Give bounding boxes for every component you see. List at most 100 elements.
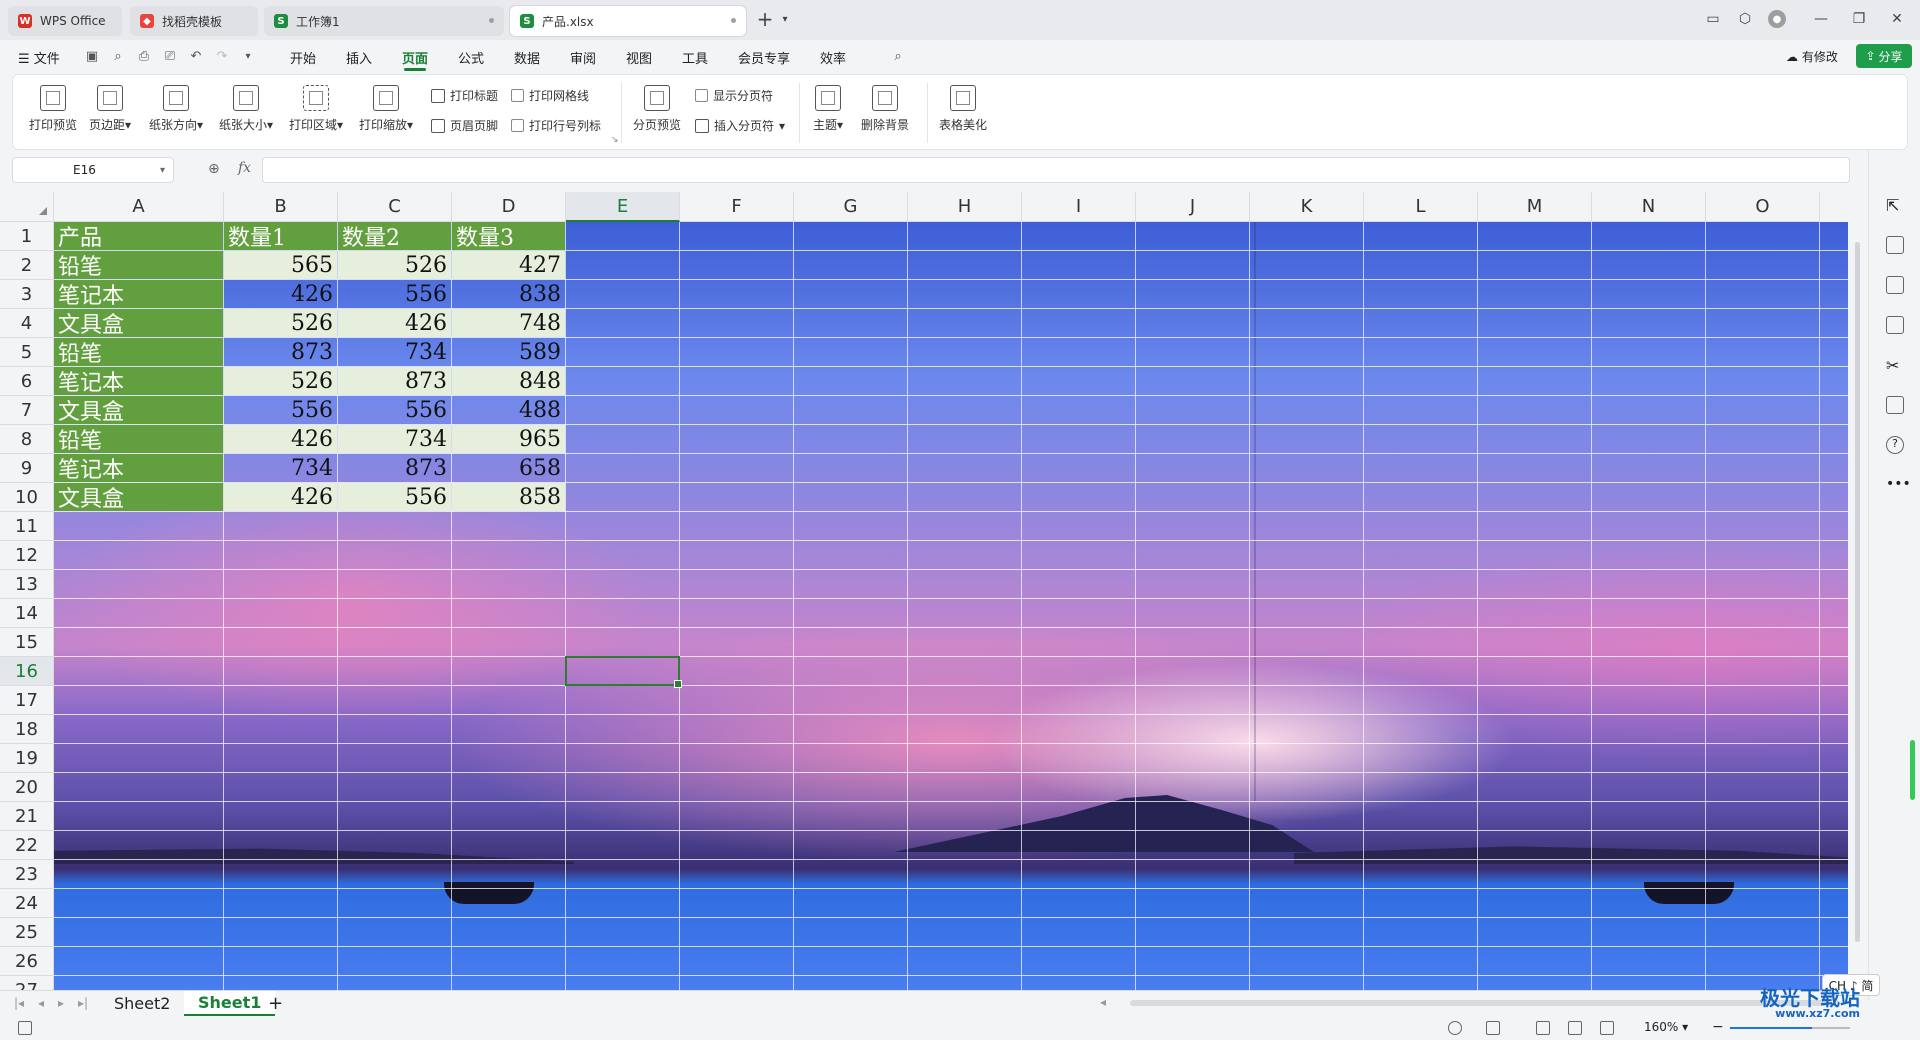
cell-d1[interactable]: 数量3 [452, 222, 565, 251]
cell-c5[interactable]: 734 [338, 338, 451, 366]
menu-efficiency[interactable]: 效率 [820, 48, 846, 67]
row-header-8[interactable]: 8 [0, 425, 54, 454]
row-header-23[interactable]: 23 [0, 860, 54, 889]
layout-icon[interactable]: ▭ [1704, 10, 1722, 28]
comment-icon[interactable] [1886, 276, 1904, 294]
cell-a9[interactable]: 笔记本 [54, 454, 223, 483]
cursor-icon[interactable]: ⇱ [1886, 196, 1904, 215]
row-header-14[interactable]: 14 [0, 599, 54, 628]
tab-product-xlsx[interactable]: S 产品.xlsx [510, 6, 746, 36]
column-header-a[interactable]: A [54, 192, 224, 222]
print-headings-checkbox[interactable]: 打印行号列标 [511, 117, 601, 134]
cell-d7[interactable]: 488 [452, 396, 565, 424]
cell-a2[interactable]: 铅笔 [54, 251, 223, 280]
print-gridlines-checkbox[interactable]: 打印网格线 [511, 87, 589, 104]
name-box[interactable]: E16 ▾ [12, 157, 174, 183]
cell-c2[interactable]: 526 [338, 251, 451, 279]
file-menu[interactable]: ☰ 文件 [18, 48, 60, 67]
row-header-6[interactable]: 6 [0, 367, 54, 396]
print-scale-button[interactable]: 打印缩放▾ [359, 85, 413, 133]
delete-background-button[interactable]: 删除背景 [861, 85, 909, 133]
tab-close-dot-icon[interactable] [731, 18, 736, 23]
tab-workbook1[interactable]: S 工作簿1 [264, 6, 504, 36]
row-header-15[interactable]: 15 [0, 628, 54, 657]
cell-b2[interactable]: 565 [224, 251, 337, 279]
column-header-m[interactable]: M [1478, 192, 1592, 222]
select-all-corner[interactable] [0, 192, 54, 222]
help-icon[interactable]: ? [1886, 436, 1904, 454]
cell-c7[interactable]: 556 [338, 396, 451, 424]
row-header-9[interactable]: 9 [0, 454, 54, 483]
cell-c8[interactable]: 734 [338, 425, 451, 453]
export-icon[interactable]: ⌕ [110, 48, 126, 64]
macro-icon[interactable] [18, 1021, 32, 1035]
tools-icon[interactable]: ✂ [1886, 356, 1904, 375]
row-header-21[interactable]: 21 [0, 802, 54, 831]
cell-c9[interactable]: 873 [338, 454, 451, 482]
row-header-3[interactable]: 3 [0, 280, 54, 309]
tab-wps-office[interactable]: W WPS Office [8, 6, 122, 36]
page-break-preview-button[interactable]: 分页预览 [633, 85, 681, 133]
cube-icon[interactable]: ⬡ [1736, 10, 1754, 28]
cell-d4[interactable]: 748 [452, 309, 565, 337]
cell-d9[interactable]: 658 [452, 454, 565, 482]
dialog-launcher-icon[interactable]: ↘ [611, 135, 619, 145]
modified-status[interactable]: ☁ 有修改 [1786, 48, 1838, 65]
filter-settings-icon[interactable] [1886, 236, 1904, 254]
prev-sheet-icon[interactable]: ◂ [38, 996, 44, 1010]
cell-a8[interactable]: 铅笔 [54, 425, 223, 454]
row-header-2[interactable]: 2 [0, 251, 54, 280]
page-break-view-icon[interactable] [1600, 1021, 1614, 1035]
row-header-4[interactable]: 4 [0, 309, 54, 338]
scroll-thumb[interactable] [1855, 242, 1860, 942]
row-header-18[interactable]: 18 [0, 715, 54, 744]
cell-c4[interactable]: 426 [338, 309, 451, 337]
cell-a4[interactable]: 文具盒 [54, 309, 223, 338]
spreadsheet-grid[interactable]: ABCDEFGHIJKLMNO 1 2 3 4 5 6 7 8 9 10 11 12 13 14 15 16 1… [0, 192, 1860, 992]
cell-b9[interactable]: 734 [224, 454, 337, 482]
column-header-b[interactable]: B [224, 192, 338, 222]
show-page-breaks-checkbox[interactable]: 显示分页符 [695, 87, 773, 104]
search-icon[interactable]: ⌕ [890, 48, 906, 64]
menu-member[interactable]: 会员专享 [738, 48, 790, 67]
column-header-j[interactable]: J [1136, 192, 1250, 222]
menu-view[interactable]: 视图 [626, 48, 652, 67]
sheet-tab-sheet2[interactable]: Sheet2 [100, 991, 184, 1016]
cell-c3[interactable]: 556 [338, 280, 451, 308]
zoom-formula-icon[interactable]: ⊕ [208, 161, 220, 177]
column-header-f[interactable]: F [680, 192, 794, 222]
more-icon[interactable]: ••• [1886, 476, 1911, 494]
menu-home[interactable]: 开始 [290, 48, 316, 67]
menu-tools[interactable]: 工具 [682, 48, 708, 67]
cell-d5[interactable]: 589 [452, 338, 565, 366]
chevron-down-icon[interactable]: ▾ [240, 48, 256, 64]
cell-c1[interactable]: 数量2 [338, 222, 451, 251]
row-header-7[interactable]: 7 [0, 396, 54, 425]
column-header-c[interactable]: C [338, 192, 452, 222]
share-button[interactable]: ⇪ 分享 [1856, 44, 1912, 68]
save-icon[interactable]: ▣ [84, 48, 100, 64]
row-header-19[interactable]: 19 [0, 744, 54, 773]
cell-a5[interactable]: 铅笔 [54, 338, 223, 367]
insert-page-break-button[interactable]: 插入分页符 ▾ [695, 117, 785, 134]
eye-protect-icon[interactable] [1448, 1021, 1462, 1035]
menu-review[interactable]: 审阅 [570, 48, 596, 67]
print-titles-button[interactable]: 打印标题 [431, 87, 498, 104]
column-header-k[interactable]: K [1250, 192, 1364, 222]
fx-icon[interactable]: fx [238, 160, 251, 176]
scroll-left-icon[interactable]: ◂ [1100, 995, 1106, 1009]
cell-b10[interactable]: 426 [224, 483, 337, 511]
column-header-g[interactable]: G [794, 192, 908, 222]
menu-data[interactable]: 数据 [514, 48, 540, 67]
minimize-icon[interactable]: — [1812, 10, 1830, 28]
margins-button[interactable]: 页边距▾ [89, 85, 131, 133]
cell-a10[interactable]: 文具盒 [54, 483, 223, 512]
new-tab-button[interactable]: + [756, 7, 774, 31]
book-icon[interactable] [1886, 396, 1904, 414]
cell-b6[interactable]: 526 [224, 367, 337, 395]
orientation-button[interactable]: 纸张方向▾ [149, 85, 203, 133]
first-sheet-icon[interactable]: |◂ [14, 996, 24, 1010]
column-header-i[interactable]: I [1022, 192, 1136, 222]
print-area-button[interactable]: 打印区域▾ [289, 85, 343, 133]
close-icon[interactable]: ✕ [1888, 10, 1906, 28]
